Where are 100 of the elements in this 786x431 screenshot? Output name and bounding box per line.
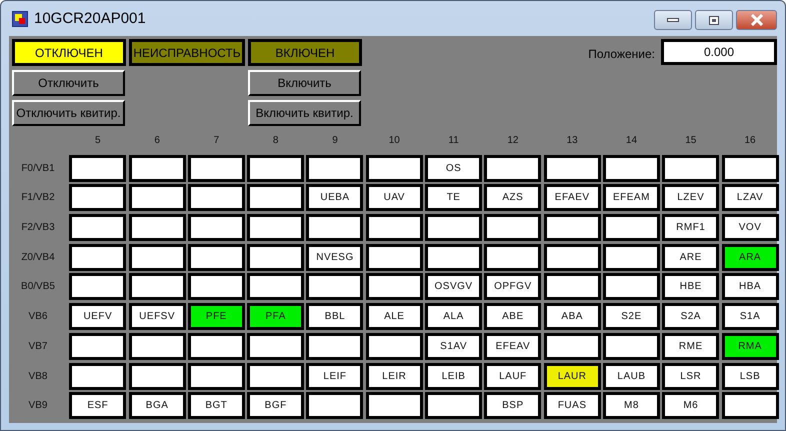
close-button[interactable] — [736, 10, 777, 30]
signal-cell — [247, 214, 304, 242]
signal-cell: AZS — [484, 184, 542, 212]
signal-cell: BGT — [188, 392, 245, 420]
signal-cell: ALE — [366, 303, 423, 330]
signal-cell — [247, 244, 304, 271]
signal-cell: LZAV — [722, 184, 779, 212]
signal-cell — [247, 154, 304, 182]
column-header: 14 — [624, 134, 638, 148]
column-header: 7 — [212, 134, 220, 148]
signal-cell: S1AV — [425, 332, 482, 360]
signal-cell — [306, 214, 364, 242]
signal-cell: PFE — [188, 303, 245, 330]
signal-cell: HBE — [662, 273, 720, 300]
signal-cell: LEIR — [366, 362, 423, 390]
signal-cell: TE — [425, 184, 482, 212]
column-header: 10 — [388, 134, 401, 148]
signal-cell: EFEAM — [602, 184, 660, 212]
signal-cell — [306, 332, 364, 360]
signal-cell — [69, 332, 126, 360]
column-header: 8 — [272, 134, 280, 148]
row-header: VB8 — [28, 370, 48, 384]
signal-cell — [544, 214, 601, 242]
signal-cell — [484, 244, 542, 271]
signal-cell — [366, 244, 423, 271]
signal-cell — [602, 273, 660, 300]
signal-cell — [306, 273, 364, 300]
column-header: 9 — [331, 134, 339, 148]
signal-cell: LEIB — [425, 362, 482, 390]
column-header: 6 — [153, 134, 161, 148]
signal-cell — [188, 244, 245, 271]
signal-cell — [544, 273, 601, 300]
signal-cell — [69, 184, 126, 212]
signal-cell — [366, 154, 423, 182]
status-indicator: ВКЛЮЧЕН — [248, 39, 362, 66]
signal-cell: EFEAV — [484, 332, 542, 360]
signal-cell: ALA — [425, 303, 482, 330]
signal-cell: LEIF — [306, 362, 364, 390]
position-value-field: 0.000 — [661, 39, 777, 65]
signal-cell — [247, 184, 304, 212]
column-header: 15 — [684, 134, 698, 148]
signal-cell — [128, 362, 186, 390]
signal-cell — [544, 332, 601, 360]
column-header: 5 — [94, 134, 102, 148]
command-button[interactable]: Отключить — [12, 70, 125, 96]
signal-cell: BSP — [484, 392, 542, 420]
signal-cell: S2E — [602, 303, 660, 330]
command-button[interactable]: Отключить квитир. — [12, 100, 125, 126]
signal-cell: RMA — [722, 332, 779, 360]
signal-cell — [425, 214, 482, 242]
signal-cell — [602, 244, 660, 271]
row-header: B0/VB5 — [20, 280, 56, 294]
signal-cell: LAUF — [484, 362, 542, 390]
minimize-button[interactable] — [654, 10, 692, 30]
command-button[interactable]: Включить — [248, 70, 361, 96]
row-header: VB9 — [28, 399, 48, 414]
minimize-icon — [667, 18, 679, 22]
column-header: 11 — [447, 134, 460, 148]
signal-cell: LZEV — [662, 184, 720, 212]
signal-cell: ESF — [69, 392, 126, 420]
signal-cell: OSVGV — [425, 273, 482, 300]
signal-cell — [366, 214, 423, 242]
signal-cell — [188, 214, 245, 242]
signal-cell — [602, 154, 660, 182]
signal-cell — [366, 332, 423, 360]
signal-cell: VOV — [722, 214, 779, 242]
column-header: 12 — [506, 134, 520, 148]
row-header: F2/VB3 — [20, 221, 56, 236]
signal-cell — [188, 184, 245, 212]
signal-cell — [484, 214, 542, 242]
signal-cell: ARA — [722, 244, 779, 271]
signal-cell — [247, 332, 304, 360]
signal-cell: BBL — [306, 303, 364, 330]
signal-cell: ABE — [484, 303, 542, 330]
signal-cell — [602, 214, 660, 242]
signal-cell — [247, 273, 304, 300]
signal-cell: UEBA — [306, 184, 364, 212]
signal-cell — [188, 332, 245, 360]
signal-cell: OPFGV — [484, 273, 542, 300]
signal-cell — [602, 332, 660, 360]
maximize-button[interactable] — [695, 10, 733, 30]
row-header: Z0/VB4 — [20, 250, 56, 265]
signal-cell — [188, 154, 245, 182]
signal-cell: NVESG — [306, 244, 364, 271]
signal-cell — [128, 214, 186, 242]
signal-cell: BGA — [128, 392, 186, 420]
signal-cell — [69, 244, 126, 271]
maximize-icon — [709, 16, 719, 24]
signal-cell — [128, 154, 186, 182]
signal-cell — [306, 154, 364, 182]
command-button[interactable]: Включить квитир. — [248, 100, 361, 126]
signal-cell — [69, 362, 126, 390]
signal-cell — [69, 273, 126, 300]
signal-cell — [128, 273, 186, 300]
signal-cell — [425, 244, 482, 271]
signal-cell: S1A — [722, 303, 779, 330]
signal-cell — [188, 273, 245, 300]
signal-cell: RMF1 — [662, 214, 720, 242]
signal-cell: ABA — [544, 303, 601, 330]
signal-cell: RME — [662, 332, 720, 360]
